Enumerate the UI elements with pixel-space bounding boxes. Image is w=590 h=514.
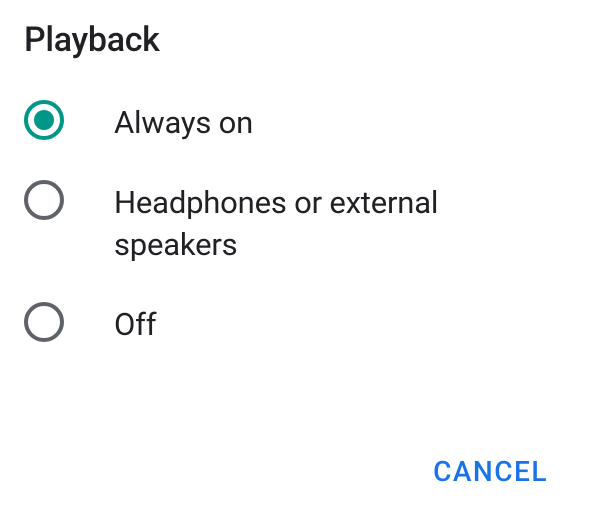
dialog-title: Playback xyxy=(24,20,566,60)
radio-label: Always on xyxy=(114,100,253,144)
radio-button-icon xyxy=(24,180,64,220)
playback-radio-group: Always on Headphones or external speaker… xyxy=(24,100,566,345)
cancel-button[interactable]: CANCEL xyxy=(421,447,560,496)
dialog-footer: CANCEL xyxy=(421,447,560,496)
radio-option-headphones[interactable]: Headphones or external speakers xyxy=(24,180,566,266)
radio-label: Headphones or external speakers xyxy=(114,180,566,266)
radio-button-icon xyxy=(24,302,64,342)
radio-option-off[interactable]: Off xyxy=(24,302,566,346)
radio-button-icon xyxy=(24,100,64,140)
radio-label: Off xyxy=(114,302,156,346)
radio-option-always-on[interactable]: Always on xyxy=(24,100,566,144)
